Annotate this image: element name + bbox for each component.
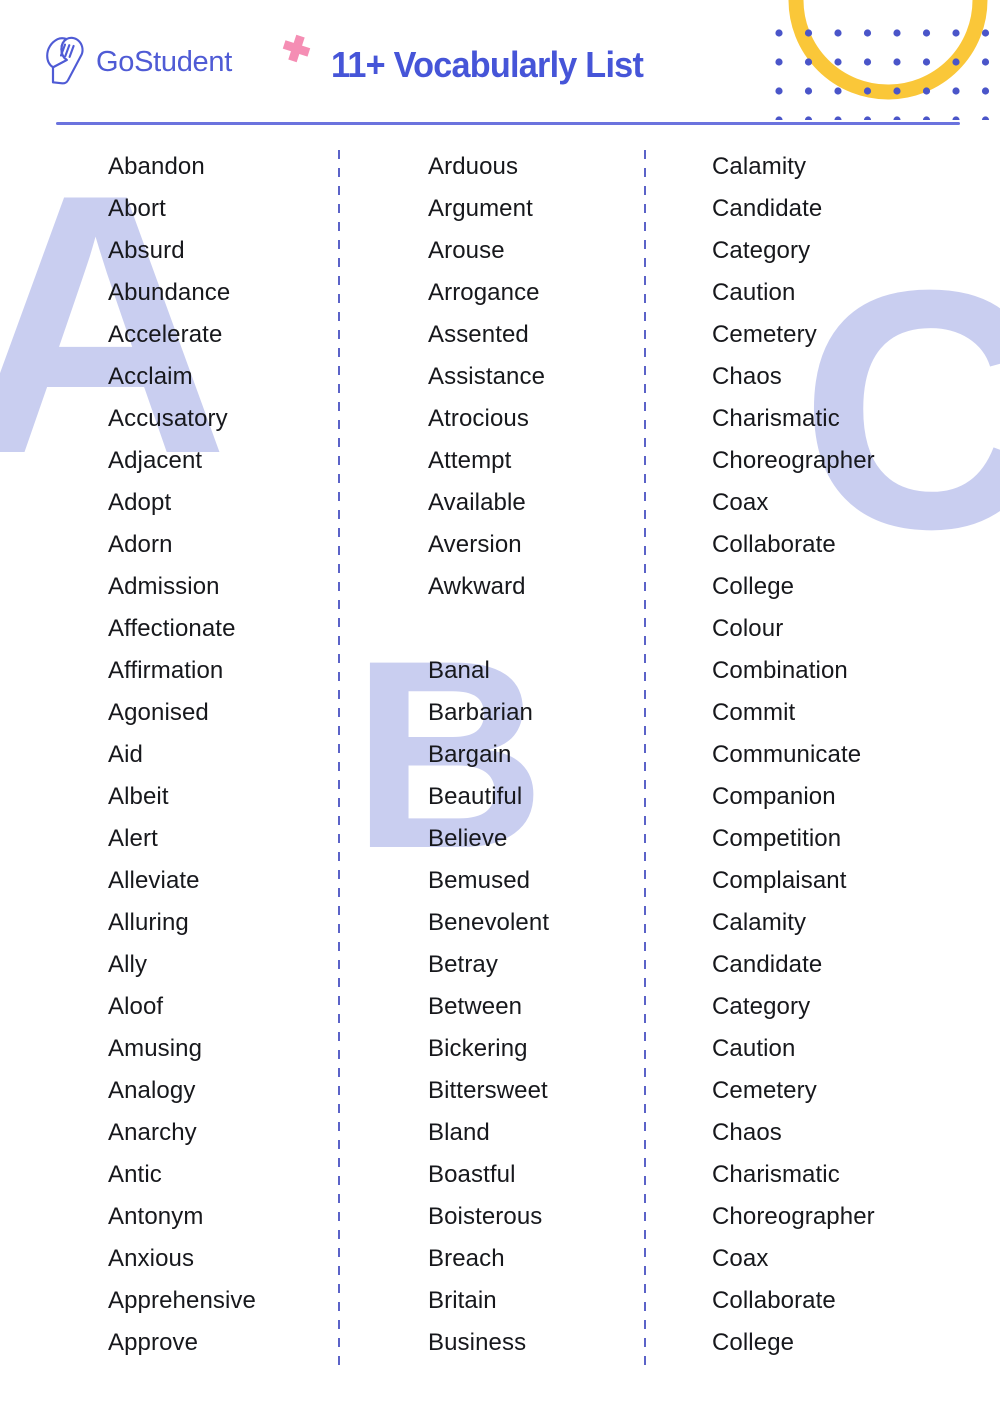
vocabulary-word: Candidate bbox=[712, 951, 823, 978]
vocabulary-word: Awkward bbox=[428, 573, 526, 600]
vocabulary-word: Boisterous bbox=[428, 1203, 543, 1230]
vocabulary-word: Argument bbox=[428, 195, 533, 222]
vocabulary-word: Category bbox=[712, 237, 811, 264]
vocabulary-word: Caution bbox=[712, 279, 796, 306]
vocabulary-word: Bittersweet bbox=[428, 1077, 548, 1104]
vocabulary-word: Approve bbox=[108, 1329, 199, 1356]
vocabulary-word: Charismatic bbox=[712, 1161, 840, 1188]
vocabulary-word: Apprehensive bbox=[108, 1287, 256, 1314]
vocabulary-column-c: Calamity Candidate Category Caution Cemetery… bbox=[712, 146, 972, 1364]
vocabulary-word: Commit bbox=[712, 699, 796, 726]
vocabulary-word: Alleviate bbox=[108, 867, 200, 894]
vocabulary-word: Believe bbox=[428, 825, 508, 852]
pink-cross-decoration-icon bbox=[279, 33, 313, 67]
vocabulary-word: Companion bbox=[712, 783, 836, 810]
vocabulary-word: Anarchy bbox=[108, 1119, 197, 1146]
vocabulary-word: Agonised bbox=[108, 699, 209, 726]
vocabulary-word: Business bbox=[428, 1329, 527, 1356]
vocabulary-word: Accelerate bbox=[108, 321, 223, 348]
vocabulary-word: Amusing bbox=[108, 1035, 203, 1062]
vocabulary-word: College bbox=[712, 1329, 795, 1356]
vocabulary-word: Accusatory bbox=[108, 405, 228, 432]
word-list-spacer bbox=[428, 608, 648, 650]
vocabulary-word: Beautiful bbox=[428, 783, 523, 810]
vocabulary-word: Abandon bbox=[108, 153, 205, 180]
brand-name: GoStudent bbox=[96, 45, 232, 78]
vocabulary-word: Bickering bbox=[428, 1035, 528, 1062]
vocabulary-word: Admission bbox=[108, 573, 220, 600]
vocabulary-word: Competition bbox=[712, 825, 842, 852]
vocabulary-word: Alluring bbox=[108, 909, 189, 936]
vocabulary-word: Candidate bbox=[712, 195, 823, 222]
vocabulary-word: Betray bbox=[428, 951, 498, 978]
vocabulary-word: Category bbox=[712, 993, 811, 1020]
vocabulary-word: Benevolent bbox=[428, 909, 550, 936]
vocabulary-word: Alert bbox=[108, 825, 158, 852]
vocabulary-word: Analogy bbox=[108, 1077, 196, 1104]
dot-grid-decoration bbox=[775, 0, 1000, 120]
vocabulary-word: Bemused bbox=[428, 867, 531, 894]
vocabulary-word: Combination bbox=[712, 657, 848, 684]
vocabulary-word: Abort bbox=[108, 195, 166, 222]
vocabulary-word: Colour bbox=[712, 615, 784, 642]
vocabulary-word: Albeit bbox=[108, 783, 169, 810]
vocabulary-word: Caution bbox=[712, 1035, 796, 1062]
page-title: 11+ Vocabularly List bbox=[331, 44, 644, 85]
vocabulary-word: Aversion bbox=[428, 531, 522, 558]
vocabulary-word: Britain bbox=[428, 1287, 497, 1314]
vocabulary-word: Available bbox=[428, 489, 526, 516]
vocabulary-word: Assistance bbox=[428, 363, 546, 390]
vocabulary-word: Abundance bbox=[108, 279, 231, 306]
vocabulary-word: Acclaim bbox=[108, 363, 193, 390]
vocabulary-word: Choreographer bbox=[712, 1203, 875, 1230]
vocabulary-word: Atrocious bbox=[428, 405, 529, 432]
page-header: GoStudent 11+ Vocabularly List bbox=[0, 0, 1000, 126]
vocabulary-word: Bargain bbox=[428, 741, 512, 768]
vocabulary-word: Coax bbox=[712, 489, 769, 516]
vocabulary-word: Boastful bbox=[428, 1161, 516, 1188]
vocabulary-word: Breach bbox=[428, 1245, 505, 1272]
vocabulary-word: Arrogance bbox=[428, 279, 540, 306]
vocabulary-word: Coax bbox=[712, 1245, 769, 1272]
vocabulary-word: Calamity bbox=[712, 153, 807, 180]
vocabulary-column-a2-b: Arduous Argument Arouse Arrogance Assented As… bbox=[428, 146, 648, 1364]
header-divider-rule bbox=[56, 122, 960, 125]
vocabulary-columns: Abandon Abort Absurd Abundance Accelerate Acc… bbox=[0, 146, 1000, 1376]
vocabulary-word: Antonym bbox=[108, 1203, 204, 1230]
vocabulary-word: Communicate bbox=[712, 741, 862, 768]
vocabulary-word: Adopt bbox=[108, 489, 172, 516]
vocabulary-word: Cemetery bbox=[712, 1077, 817, 1104]
vocabulary-word: Calamity bbox=[712, 909, 807, 936]
vocabulary-word: Attempt bbox=[428, 447, 512, 474]
vocabulary-column-a: Abandon Abort Absurd Abundance Accelerate Acc… bbox=[108, 146, 328, 1364]
vocabulary-word: Aid bbox=[108, 741, 143, 768]
gostudent-logo: GoStudent bbox=[44, 36, 232, 88]
vocabulary-word: Affectionate bbox=[108, 615, 236, 642]
vocabulary-word: Complaisant bbox=[712, 867, 847, 894]
vocabulary-word: Bland bbox=[428, 1119, 490, 1146]
vocabulary-word: Anxious bbox=[108, 1245, 195, 1272]
vocabulary-word: Chaos bbox=[712, 1119, 782, 1146]
vocabulary-word: Arouse bbox=[428, 237, 505, 264]
vocabulary-word: Charismatic bbox=[712, 405, 840, 432]
vocabulary-word: Collaborate bbox=[712, 1287, 836, 1314]
vocabulary-word: Adorn bbox=[108, 531, 173, 558]
vocabulary-word: Collaborate bbox=[712, 531, 836, 558]
vocabulary-word: Antic bbox=[108, 1161, 162, 1188]
vocabulary-word: Aloof bbox=[108, 993, 164, 1020]
vocabulary-word: Arduous bbox=[428, 153, 519, 180]
vocabulary-word: Barbarian bbox=[428, 699, 533, 726]
vocabulary-word: Assented bbox=[428, 321, 529, 348]
vocabulary-word: Affirmation bbox=[108, 657, 224, 684]
vocabulary-word: Choreographer bbox=[712, 447, 875, 474]
vocabulary-word: College bbox=[712, 573, 795, 600]
vocabulary-word: Absurd bbox=[108, 237, 185, 264]
vocabulary-word: Ally bbox=[108, 951, 148, 978]
vocabulary-word: Between bbox=[428, 993, 523, 1020]
vocabulary-word: Adjacent bbox=[108, 447, 203, 474]
vocabulary-word: Cemetery bbox=[712, 321, 817, 348]
vocabulary-word: Banal bbox=[428, 657, 490, 684]
vocabulary-word: Chaos bbox=[712, 363, 782, 390]
gostudent-graduation-cap-icon bbox=[44, 36, 86, 88]
